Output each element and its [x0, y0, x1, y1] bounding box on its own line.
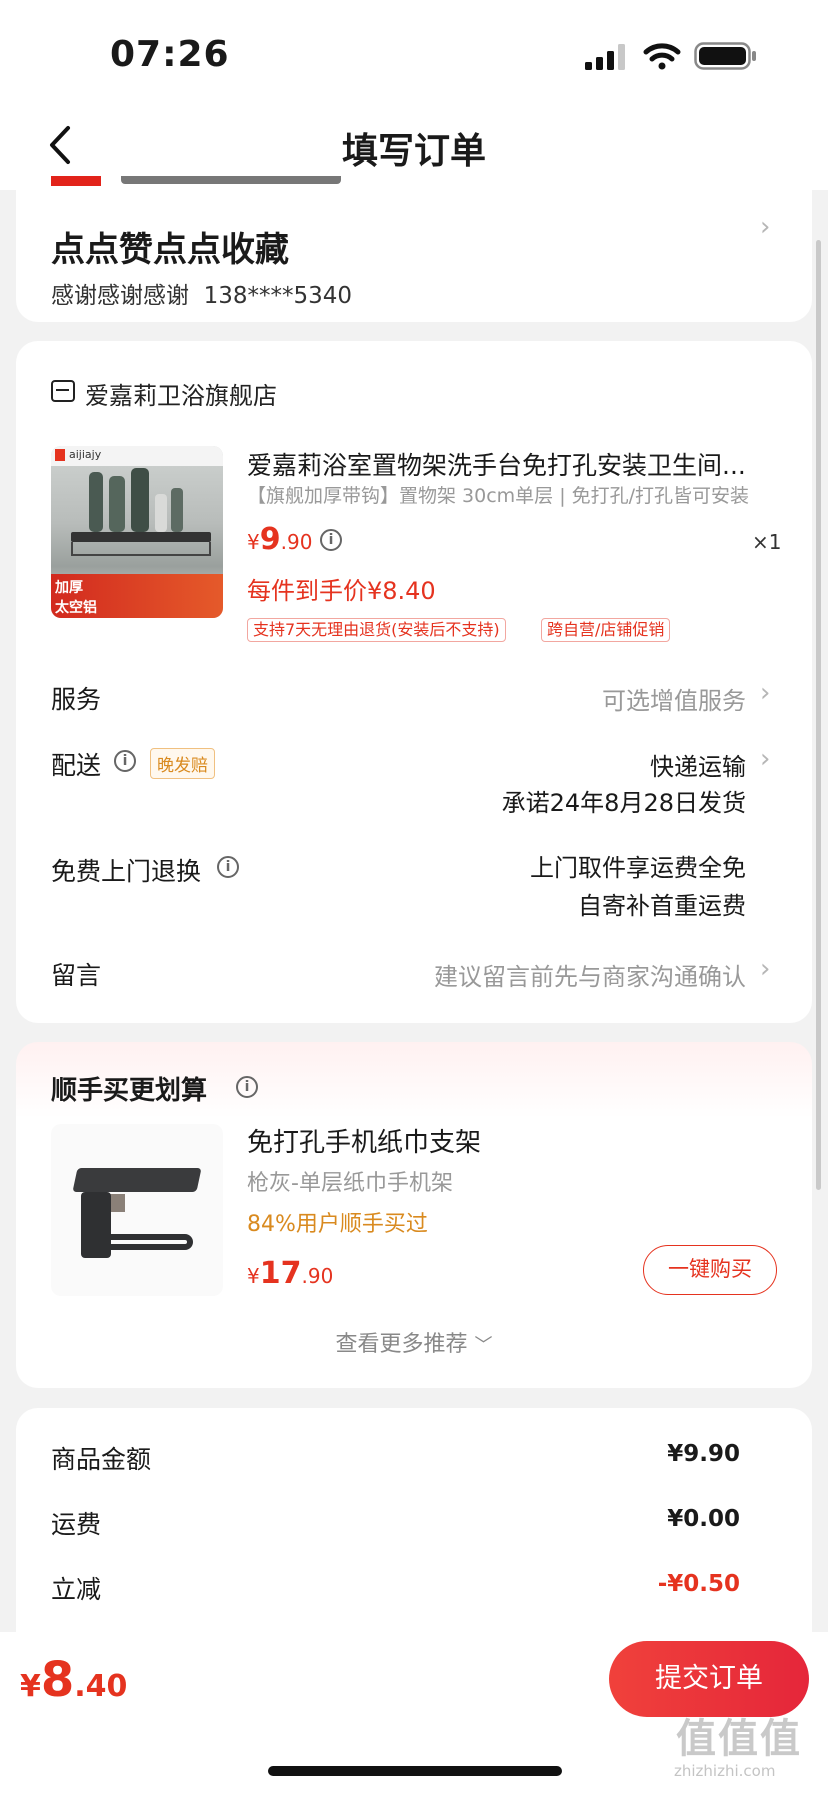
service-label: 服务: [51, 685, 102, 714]
message-input[interactable]: 建议留言前先与商家沟通确认: [434, 957, 746, 992]
address-chevron-icon: ›: [760, 212, 771, 242]
price-decimal: .90: [280, 530, 313, 554]
delivery-promise: 承诺24年8月28日发货: [501, 789, 746, 817]
product-price: ¥9.90: [247, 522, 312, 557]
store-icon: [51, 380, 75, 402]
free-return-line2: 自寄补首重运费: [578, 892, 746, 920]
hand-price: 每件到手价¥8.40: [247, 577, 436, 605]
store-name[interactable]: 爱嘉莉卫浴旗舰店: [85, 376, 277, 411]
service-chevron-icon: ›: [760, 678, 771, 708]
recommend-price: ¥17.90: [247, 1256, 333, 1291]
promo-tag: 跨自营/店铺促销: [541, 618, 671, 642]
goods-amount-value: ¥9.90: [667, 1441, 740, 1467]
signal-icon: [585, 44, 625, 70]
address-name: 点点赞点点收藏: [51, 230, 289, 270]
total-integer: 8: [40, 1652, 75, 1708]
rec-price-currency: ¥: [247, 1264, 260, 1288]
product-image-brand: aijiajy: [69, 448, 102, 461]
address-contact-line: 感谢感谢感谢 138****5340: [51, 276, 352, 310]
chevron-down-icon: ﹀: [474, 1335, 493, 1356]
discount-value: -¥0.50: [657, 1571, 740, 1597]
page-title: 填写订单: [341, 131, 486, 172]
product-quantity: ×1: [752, 530, 782, 554]
product-image[interactable]: aijiajy 加厚 太空铝: [51, 446, 223, 618]
goods-amount-label: 商品金额: [51, 1445, 152, 1474]
product-image-caption-2: 太空铝: [55, 600, 97, 616]
free-return-line1: 上门取件享运费全免: [530, 854, 746, 882]
product-title[interactable]: 爱嘉莉浴室置物架洗手台免打孔安装卫生间...: [247, 446, 767, 482]
price-info-icon[interactable]: i: [320, 529, 342, 551]
address-clipped-line: [51, 176, 351, 192]
price-integer: 9: [259, 522, 281, 557]
discount-label: 立减: [51, 1575, 102, 1604]
message-label: 留言: [51, 961, 102, 990]
delivery-value[interactable]: 快递运输: [650, 747, 746, 782]
delivery-chevron-icon: ›: [760, 744, 771, 774]
total-decimal: .40: [74, 1669, 128, 1704]
more-recommend-link[interactable]: 查看更多推荐 ﹀: [0, 1326, 828, 1358]
recommend-product-name[interactable]: 免打孔手机纸巾支架: [247, 1122, 481, 1159]
message-chevron-icon: ›: [760, 954, 771, 984]
status-time: 07:26: [110, 34, 230, 75]
scrollbar[interactable]: [816, 240, 821, 1190]
total-price: ¥8.40: [20, 1652, 127, 1708]
watermark-url: zhizhizhi.com: [674, 1762, 776, 1780]
rec-price-decimal: .90: [301, 1264, 334, 1288]
free-return-info-icon[interactable]: i: [217, 856, 239, 878]
one-click-buy-button[interactable]: 一键购买: [643, 1245, 777, 1295]
price-currency: ¥: [247, 530, 260, 554]
recommend-product-spec: 枪灰-单层纸巾手机架: [247, 1171, 453, 1196]
address-contact: 感谢感谢感谢: [51, 283, 189, 309]
recommend-purchase-stat: 84%用户顺手买过: [247, 1212, 428, 1237]
product-spec[interactable]: 【旗舰加厚带钩】置物架 30cm单层 | 免打孔/打孔皆可安装: [247, 481, 767, 508]
more-recommend-label: 查看更多推荐: [335, 1332, 468, 1357]
total-currency: ¥: [20, 1669, 41, 1704]
delivery-info-icon[interactable]: i: [114, 750, 136, 772]
recommend-title: 顺手买更划算: [51, 1076, 208, 1106]
product-image-caption-1: 加厚: [55, 580, 83, 596]
return-policy-tag: 支持7天无理由退货(安装后不支持): [247, 618, 506, 642]
battery-icon: [694, 42, 756, 70]
shipping-value: ¥0.00: [667, 1506, 740, 1532]
watermark: 值值值: [676, 1716, 802, 1762]
address-phone: 138****5340: [203, 283, 353, 309]
free-return-label: 免费上门退换: [51, 857, 202, 886]
delivery-label: 配送: [51, 751, 102, 780]
rec-price-integer: 17: [259, 1256, 302, 1291]
home-indicator[interactable]: [268, 1766, 562, 1776]
recommend-product-image[interactable]: [51, 1124, 223, 1296]
wifi-icon: [643, 43, 681, 70]
late-compensation-badge: 晚发赔: [150, 748, 215, 779]
recommend-info-icon[interactable]: i: [236, 1076, 258, 1098]
shipping-label: 运费: [51, 1510, 102, 1539]
service-value[interactable]: 可选增值服务: [602, 681, 746, 716]
